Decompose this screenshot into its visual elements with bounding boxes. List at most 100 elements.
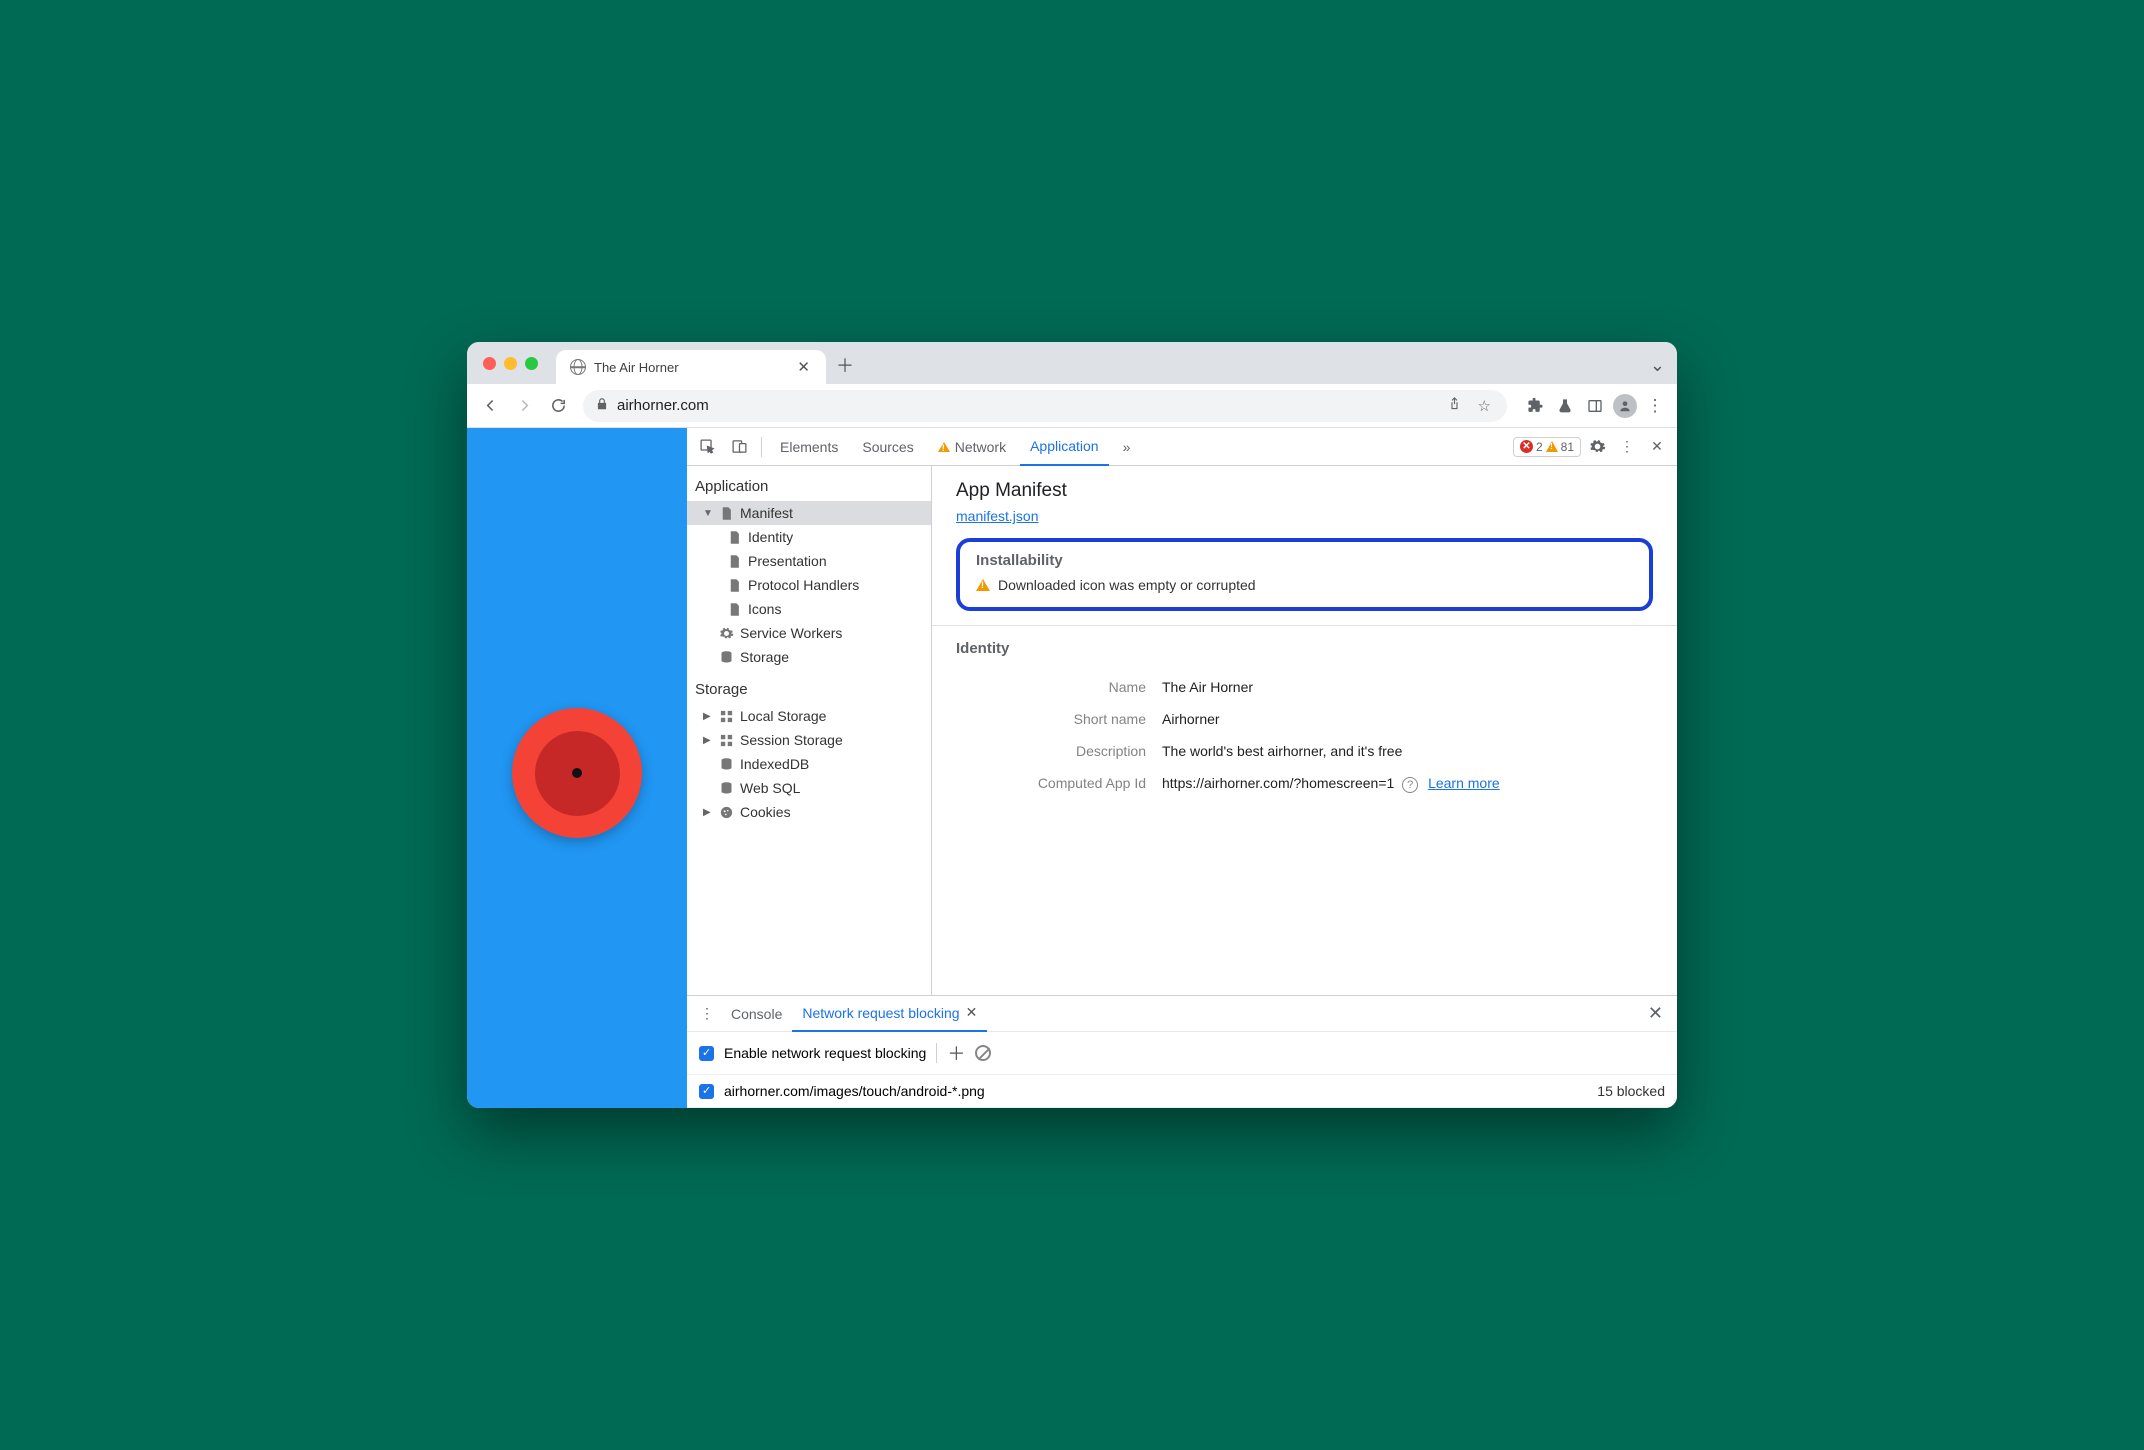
kv-app-id: Computed App Id https://airhorner.com/?h… xyxy=(932,767,1677,801)
globe-icon xyxy=(570,359,586,375)
bookmark-icon[interactable]: ☆ xyxy=(1474,397,1495,415)
tab-overflow-button[interactable]: » xyxy=(1113,428,1141,466)
document-icon xyxy=(727,554,742,569)
new-tab-button[interactable]: ＋ xyxy=(836,352,854,378)
sidebar-header-storage: Storage xyxy=(687,669,931,704)
pattern-text: airhorner.com/images/touch/android-*.png xyxy=(724,1083,985,1099)
drawer-tab-network-request-blocking[interactable]: Network request blocking ✕ xyxy=(792,996,987,1032)
kv-description: Description The world's best airhorner, … xyxy=(932,735,1677,767)
database-icon xyxy=(719,781,734,796)
sidebar-item-manifest[interactable]: ▼ Manifest xyxy=(687,501,931,525)
extensions-icon[interactable] xyxy=(1521,392,1549,420)
inspect-element-icon[interactable] xyxy=(693,433,721,461)
gear-icon xyxy=(719,626,734,641)
titlebar: The Air Horner ✕ ＋ ⌄ xyxy=(467,342,1677,384)
devtools-body: Application ▼ Manifest Identity Presenta… xyxy=(687,466,1677,995)
devtools-panel: Elements Sources Network Application » ✕… xyxy=(687,428,1677,1108)
profile-avatar[interactable] xyxy=(1611,392,1639,420)
share-icon[interactable] xyxy=(1443,396,1466,415)
close-icon[interactable]: ✕ xyxy=(966,1004,978,1021)
close-tab-button[interactable]: ✕ xyxy=(795,358,812,376)
installability-warning: Downloaded icon was empty or corrupted xyxy=(976,577,1633,593)
document-icon xyxy=(727,578,742,593)
blocking-pattern-row[interactable]: airhorner.com/images/touch/android-*.png… xyxy=(687,1075,1677,1108)
maximize-window-button[interactable] xyxy=(525,357,538,370)
issues-counter[interactable]: ✕ 2 81 xyxy=(1513,437,1581,457)
lock-icon xyxy=(595,397,609,414)
add-pattern-button[interactable]: ＋ xyxy=(947,1040,965,1066)
sidebar-item-protocol-handlers[interactable]: Protocol Handlers xyxy=(687,573,931,597)
sidebar-item-icons[interactable]: Icons xyxy=(687,597,931,621)
window-controls xyxy=(483,357,538,370)
sidebar-item-cookies[interactable]: ▶ Cookies xyxy=(687,800,931,824)
warning-icon xyxy=(938,442,950,452)
installability-section: Installability Downloaded icon was empty… xyxy=(956,538,1653,611)
navbar: airhorner.com ☆ ⋮ xyxy=(467,384,1677,428)
tab-network[interactable]: Network xyxy=(928,428,1016,466)
tab-application[interactable]: Application xyxy=(1020,428,1109,466)
grid-icon xyxy=(719,709,734,724)
clear-patterns-button[interactable] xyxy=(975,1045,991,1061)
enable-blocking-checkbox[interactable] xyxy=(699,1046,714,1061)
chrome-menu-icon[interactable]: ⋮ xyxy=(1641,392,1669,420)
pattern-checkbox[interactable] xyxy=(699,1084,714,1099)
sidebar-item-session-storage[interactable]: ▶ Session Storage xyxy=(687,728,931,752)
browser-tab[interactable]: The Air Horner ✕ xyxy=(556,350,826,384)
learn-more-link[interactable]: Learn more xyxy=(1428,775,1500,791)
error-icon: ✕ xyxy=(1520,440,1533,453)
help-icon[interactable]: ? xyxy=(1402,777,1418,793)
database-icon xyxy=(719,650,734,665)
document-icon xyxy=(727,602,742,617)
drawer-tabbar: ⋮ Console Network request blocking ✕ ✕ xyxy=(687,996,1677,1032)
document-icon xyxy=(719,506,734,521)
drawer-tab-console[interactable]: Console xyxy=(721,996,792,1032)
installability-heading: Installability xyxy=(976,552,1633,569)
sidebar-header-application: Application xyxy=(687,466,931,501)
page-viewport xyxy=(467,428,687,1108)
minimize-window-button[interactable] xyxy=(504,357,517,370)
sidebar-item-storage[interactable]: Storage xyxy=(687,645,931,669)
sidebar-item-websql[interactable]: Web SQL xyxy=(687,776,931,800)
labs-icon[interactable] xyxy=(1551,392,1579,420)
url-text: airhorner.com xyxy=(617,397,1435,414)
cookie-icon xyxy=(719,805,734,820)
address-bar[interactable]: airhorner.com ☆ xyxy=(583,390,1507,422)
airhorn-button[interactable] xyxy=(512,708,642,838)
sidebar-item-indexeddb[interactable]: IndexedDB xyxy=(687,752,931,776)
sidebar-item-identity[interactable]: Identity xyxy=(687,525,931,549)
close-window-button[interactable] xyxy=(483,357,496,370)
document-icon xyxy=(727,530,742,545)
browser-window: The Air Horner ✕ ＋ ⌄ airhorner.com ☆ xyxy=(467,342,1677,1108)
manifest-json-link[interactable]: manifest.json xyxy=(956,508,1038,524)
application-sidebar: Application ▼ Manifest Identity Presenta… xyxy=(687,466,932,995)
drawer-menu-icon[interactable]: ⋮ xyxy=(693,1000,721,1028)
sidepanel-icon[interactable] xyxy=(1581,392,1609,420)
warning-icon xyxy=(1546,441,1558,452)
warning-icon xyxy=(976,579,990,591)
sidebar-item-local-storage[interactable]: ▶ Local Storage xyxy=(687,704,931,728)
kv-short-name: Short name Airhorner xyxy=(932,703,1677,735)
manifest-detail: App Manifest manifest.json Installabilit… xyxy=(932,466,1677,995)
devtools-drawer: ⋮ Console Network request blocking ✕ ✕ E… xyxy=(687,995,1677,1108)
database-icon xyxy=(719,757,734,772)
tab-title: The Air Horner xyxy=(594,360,787,375)
reload-button[interactable] xyxy=(543,391,573,421)
tab-sources[interactable]: Sources xyxy=(852,428,923,466)
device-toolbar-icon[interactable] xyxy=(725,433,753,461)
enable-blocking-label: Enable network request blocking xyxy=(724,1045,926,1061)
sidebar-item-service-workers[interactable]: Service Workers xyxy=(687,621,931,645)
extensions-row: ⋮ xyxy=(1521,392,1669,420)
content-row: Elements Sources Network Application » ✕… xyxy=(467,428,1677,1108)
tab-overflow-button[interactable]: ⌄ xyxy=(1650,355,1665,376)
drawer-toolbar: Enable network request blocking ＋ xyxy=(687,1032,1677,1075)
tab-elements[interactable]: Elements xyxy=(770,428,848,466)
close-drawer-icon[interactable]: ✕ xyxy=(1640,1003,1671,1024)
forward-button[interactable] xyxy=(509,391,539,421)
settings-icon[interactable] xyxy=(1583,433,1611,461)
kv-name: Name The Air Horner xyxy=(932,671,1677,703)
manifest-heading: App Manifest xyxy=(956,480,1653,502)
close-devtools-icon[interactable]: ✕ xyxy=(1643,433,1671,461)
devtools-menu-icon[interactable]: ⋮ xyxy=(1613,433,1641,461)
back-button[interactable] xyxy=(475,391,505,421)
sidebar-item-presentation[interactable]: Presentation xyxy=(687,549,931,573)
